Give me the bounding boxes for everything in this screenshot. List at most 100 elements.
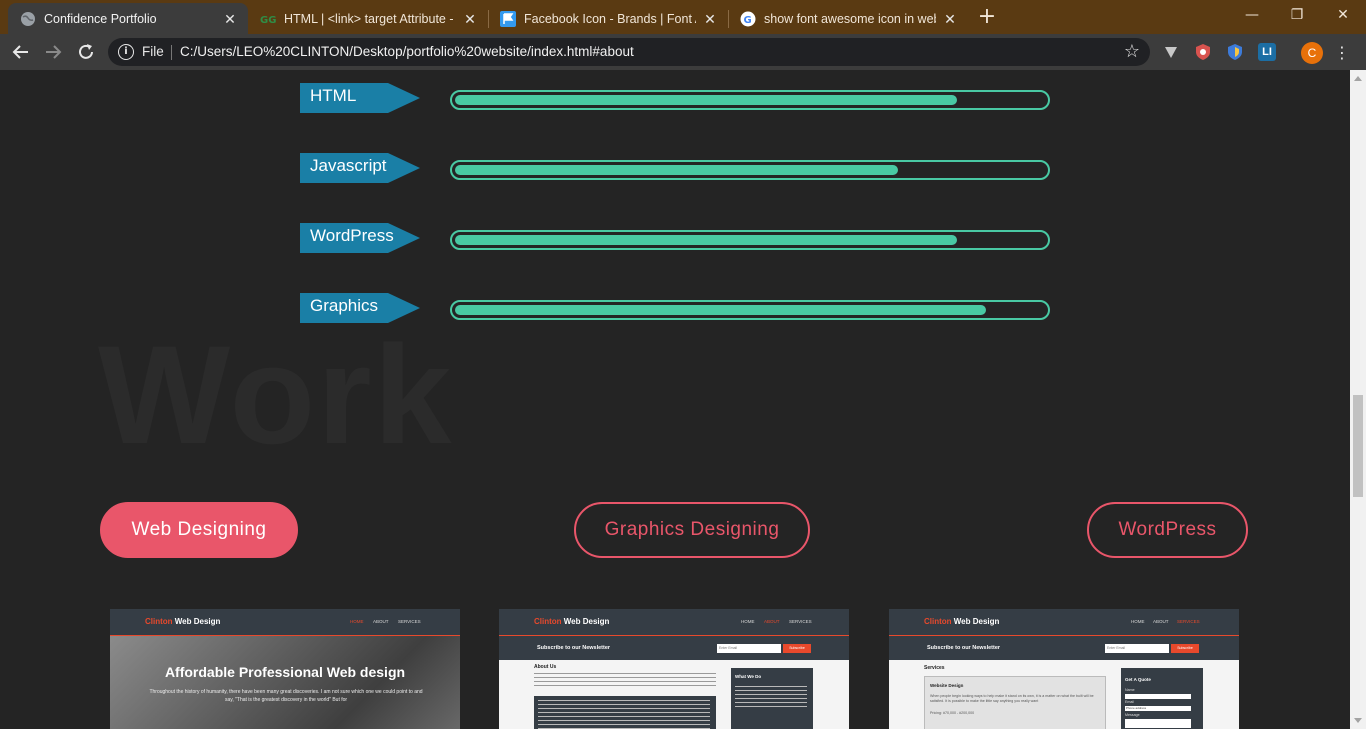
forward-arrow-icon[interactable] xyxy=(42,41,64,63)
card-nav-link: ABOUT xyxy=(1153,619,1169,624)
tab-html-link-target[interactable]: GG HTML | <link> target Attribute - G ✕ xyxy=(248,3,488,34)
tab-title: Confidence Portfolio xyxy=(44,11,157,26)
card-nav-link: SERVICES xyxy=(789,619,812,624)
globe-icon xyxy=(20,11,36,27)
card-nav-link: HOME xyxy=(1131,619,1145,624)
card-quote-field-label: Message xyxy=(1125,713,1140,717)
reload-icon[interactable] xyxy=(75,41,97,63)
linkedin-li-icon[interactable]: LI xyxy=(1258,43,1276,61)
card-quote-title: Get A Quote xyxy=(1125,677,1151,682)
close-tab-icon[interactable]: ✕ xyxy=(462,11,478,27)
browser-menu-icon[interactable]: ⋮ xyxy=(1334,42,1350,64)
card-newsletter-label: Subscribe to our Newsletter xyxy=(927,645,1001,651)
card-side-box-lines xyxy=(735,686,807,708)
card-body: About Us What We Do xyxy=(499,660,849,729)
close-tab-icon[interactable]: ✕ xyxy=(942,11,958,27)
card-quote-input: Phone address xyxy=(1125,706,1191,711)
skill-bar-fill xyxy=(455,165,898,175)
card-nav-link: SERVICES xyxy=(1177,619,1200,624)
geeksforgeeks-icon: GG xyxy=(260,11,276,27)
address-bar[interactable]: i File C:/Users/LEO%20CLINTON/Desktop/po… xyxy=(108,38,1150,66)
tab-confidence-portfolio[interactable]: Confidence Portfolio ✕ xyxy=(8,3,248,34)
scrollbar-thumb[interactable] xyxy=(1353,395,1363,497)
card-body: Services Website Design When people begi… xyxy=(889,660,1239,729)
scroll-up-arrow-icon[interactable] xyxy=(1354,76,1362,81)
minimize-icon[interactable]: — xyxy=(1240,4,1264,26)
address-scheme-label: File xyxy=(142,44,164,59)
card-newsletter-bar: Subscribe to our Newsletter Enter Email … xyxy=(499,636,849,660)
browser-toolbar: i File C:/Users/LEO%20CLINTON/Desktop/po… xyxy=(0,34,1366,70)
svg-text:GG: GG xyxy=(260,15,276,26)
card-side-box-title: What We Do xyxy=(735,674,762,679)
close-tab-icon[interactable]: ✕ xyxy=(222,11,238,27)
tab-google-search[interactable]: G show font awesome icon in webs ✕ xyxy=(728,3,968,34)
card-brand: Clinton Web Design xyxy=(534,617,610,626)
skill-bar-javascript xyxy=(450,160,1050,180)
tab-title: Facebook Icon - Brands | Font Aw xyxy=(524,11,696,26)
card-email-field: Enter Email xyxy=(1105,644,1169,653)
filter-graphics-designing-button[interactable]: Graphics Designing xyxy=(574,502,810,558)
skill-bar-fill xyxy=(455,235,957,245)
address-divider xyxy=(171,45,172,60)
card-service-box-title: Website Design xyxy=(930,683,964,688)
card-nav-link: ABOUT xyxy=(764,619,780,624)
tab-title: show font awesome icon in webs xyxy=(764,11,936,26)
page-viewport: HTML Javascript WordPress Graphics Work … xyxy=(0,70,1350,729)
card-quote-input xyxy=(1125,694,1191,699)
card-section-title: Services xyxy=(924,665,945,671)
work-card-1[interactable]: Clinton Web Design HOME ABOUT SERVICES A… xyxy=(110,609,460,729)
card-side-box: What We Do xyxy=(731,668,813,729)
card-section-title: About Us xyxy=(534,664,557,670)
back-arrow-icon[interactable] xyxy=(10,41,32,63)
card-nav-link: SERVICES xyxy=(398,619,421,624)
scroll-down-arrow-icon[interactable] xyxy=(1354,718,1362,723)
browser-tab-strip: Confidence Portfolio ✕ GG HTML | <link> … xyxy=(0,0,1366,34)
card-service-price: Pricing: #70,000 - #200,000 xyxy=(930,711,975,715)
bookmark-star-icon[interactable]: ☆ xyxy=(1124,41,1140,62)
card-navbar: Clinton Web Design HOME ABOUT SERVICES xyxy=(889,609,1239,635)
card-nav-link: HOME xyxy=(350,619,364,624)
new-tab-button[interactable]: + xyxy=(976,6,998,28)
filter-web-designing-button[interactable]: Web Designing xyxy=(100,502,298,558)
skill-bar-graphics xyxy=(450,300,1050,320)
profile-avatar[interactable]: C xyxy=(1301,42,1323,64)
filter-wordpress-button[interactable]: WordPress xyxy=(1087,502,1248,558)
card-nav-link: ABOUT xyxy=(373,619,389,624)
tab-facebook-icon-fontawesome[interactable]: Facebook Icon - Brands | Font Aw ✕ xyxy=(488,3,728,34)
site-info-icon[interactable]: i xyxy=(118,44,134,60)
card-newsletter-label: Subscribe to our Newsletter xyxy=(537,645,611,651)
page-scrollbar[interactable] xyxy=(1350,70,1366,729)
skill-bar-fill xyxy=(455,95,957,105)
google-icon: G xyxy=(740,11,756,27)
card-hero-title: Affordable Professional Web design xyxy=(164,664,406,680)
card-brand: Clinton Web Design xyxy=(924,617,1000,626)
shield-check-icon[interactable] xyxy=(1226,43,1244,61)
card-nav-link: HOME xyxy=(741,619,755,624)
close-window-icon[interactable]: ✕ xyxy=(1331,4,1355,26)
skill-label-wordpress: WordPress xyxy=(300,223,420,253)
card-dark-text-lines xyxy=(538,700,710,729)
card-brand: Clinton Web Design xyxy=(145,617,221,626)
work-card-2[interactable]: Clinton Web Design HOME ABOUT SERVICES S… xyxy=(499,609,849,729)
card-quote-field-label: Email xyxy=(1125,700,1134,704)
skill-bar-html xyxy=(450,90,1050,110)
card-navbar: Clinton Web Design HOME ABOUT SERVICES xyxy=(110,609,460,635)
restore-icon[interactable]: ❐ xyxy=(1285,4,1309,26)
ublock-shield-icon[interactable] xyxy=(1194,43,1212,61)
card-subscribe-button: Subscribe xyxy=(783,644,811,653)
svg-text:G: G xyxy=(744,15,752,26)
tab-title: HTML | <link> target Attribute - G xyxy=(284,11,456,26)
work-card-3[interactable]: Clinton Web Design HOME ABOUT SERVICES S… xyxy=(889,609,1239,729)
card-navbar: Clinton Web Design HOME ABOUT SERVICES xyxy=(499,609,849,635)
work-section-watermark: Work xyxy=(98,316,454,473)
address-url[interactable]: C:/Users/LEO%20CLINTON/Desktop/portfolio… xyxy=(180,44,634,59)
font-awesome-flag-icon xyxy=(500,10,516,27)
card-service-box-text: When people begin looking ways to help m… xyxy=(930,694,1094,703)
close-tab-icon[interactable]: ✕ xyxy=(702,11,718,27)
card-hero-image: Affordable Professional Web design Throu… xyxy=(110,636,460,729)
skill-bar-wordpress xyxy=(450,230,1050,250)
skill-label-html: HTML xyxy=(300,83,420,113)
skill-bar-fill xyxy=(455,305,986,315)
vivaldi-v-icon[interactable] xyxy=(1162,43,1180,61)
card-newsletter-bar: Subscribe to our Newsletter Enter Email … xyxy=(889,636,1239,660)
